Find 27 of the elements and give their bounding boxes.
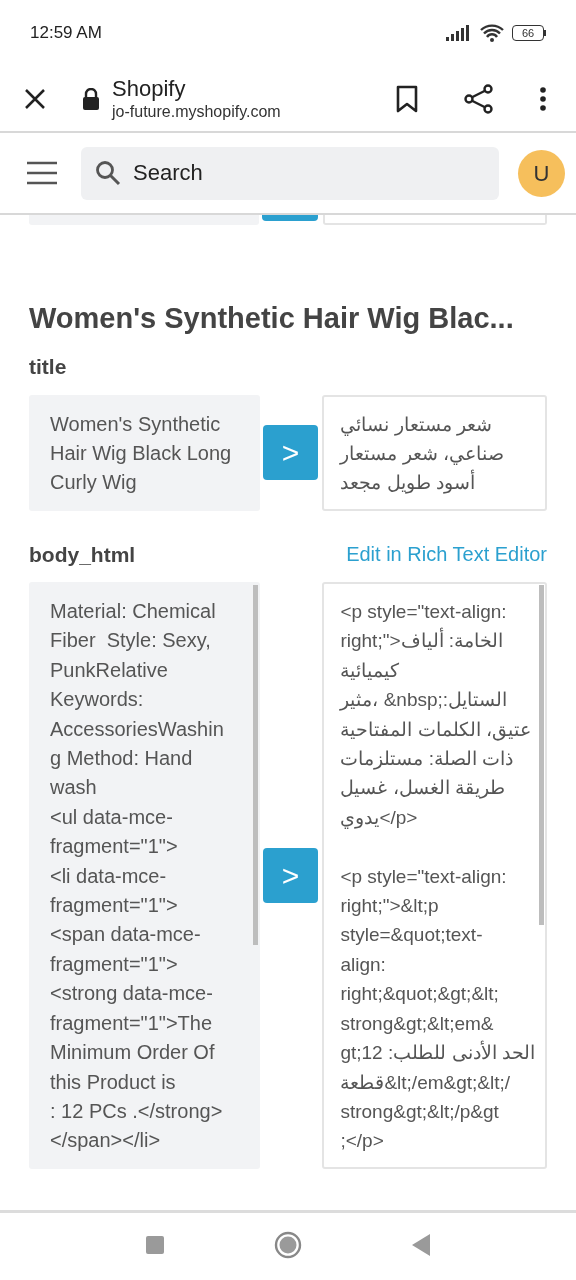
- home-button[interactable]: [274, 1230, 302, 1259]
- battery-icon: 66: [512, 25, 546, 41]
- product-title: Women's Synthetic Hair Wig Blac...: [29, 301, 515, 335]
- source-text-box[interactable]: Material: Chemical Fiber Style: Sexy, PunkRelative Keywords: AccessoriesWashin g Method: Hand wash <ul data-mce- fragment="1"> <li data-mce- fragment="1"> <span data-mce- fragment="1"> <strong data-mce- fragment="1">The Minimum Order Of this Product is : 12 PCs .</strong> </span></li>: [29, 582, 260, 1169]
- menu-icon[interactable]: [27, 161, 57, 185]
- back-button[interactable]: [412, 1233, 430, 1256]
- field-label: title: [29, 354, 67, 380]
- lock-icon: [82, 87, 100, 110]
- scrollbar[interactable]: [539, 585, 544, 925]
- user-avatar[interactable]: U: [518, 149, 565, 197]
- page-title: Shopify: [112, 75, 187, 102]
- search-field[interactable]: Search: [81, 146, 499, 200]
- target-text-box[interactable]: شعر مستعار نسائي صناعي، شعر مستعار أسود طويل مجعد: [322, 394, 547, 511]
- close-icon[interactable]: [24, 87, 46, 110]
- more-icon[interactable]: [540, 86, 546, 111]
- bookmark-icon[interactable]: [396, 84, 418, 113]
- share-icon[interactable]: [464, 83, 494, 114]
- target-text-box[interactable]: <p style="text-align: right;">الخامة: ألياف كيميائية مثير، &nbsp;:الستايل عتيق، الكلمات المفتاحية ذات الصلة: مستلزمات طريقة الغسل، غسيل يدوي</p> <p style="text-align: right;">&lt;p style=&quot;text- align: right;&quot;&gt;&lt; strong&gt;&lt;em& gt;12 :الحد الأدنى للطلب قطعة&lt;/em&gt;&lt;/ strong&gt;&lt;/p&gt ;</p>: [322, 582, 547, 1169]
- field-label: body_html: [29, 541, 136, 568]
- scrollbar[interactable]: [252, 585, 258, 945]
- search-icon: [95, 159, 121, 186]
- signal-icon: [446, 25, 472, 41]
- recents-button[interactable]: [146, 1235, 164, 1254]
- status-time: 12:59 AM: [30, 22, 102, 45]
- source-text-box[interactable]: Women's Synthetic Hair Wig Black Long Curly Wig: [29, 394, 260, 511]
- wifi-icon: [480, 24, 504, 42]
- page-url: jo-future.myshopify.com: [112, 101, 281, 122]
